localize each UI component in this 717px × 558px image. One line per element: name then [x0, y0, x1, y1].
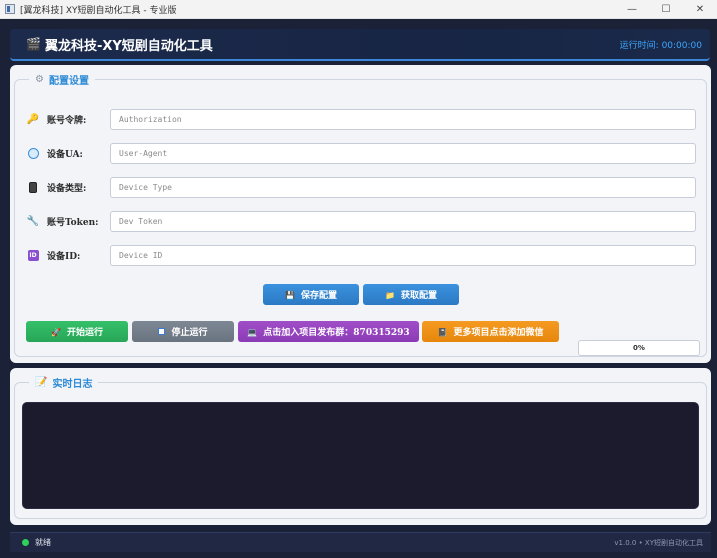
fetch-config-label: 获取配置	[400, 291, 437, 301]
window-controls: — ☐ ✕	[615, 0, 717, 19]
rocket-icon: 🚀	[51, 326, 61, 337]
globe-icon-wrap	[27, 147, 39, 159]
config-legend-text: 配置设置	[48, 76, 89, 87]
clapperboard-icon: 🎬	[26, 37, 41, 51]
wrench-icon: 🔧	[26, 215, 40, 227]
authorization-input[interactable]	[110, 108, 696, 130]
phone-icon	[29, 181, 37, 193]
progress-text: 0%	[633, 344, 645, 352]
notepad-icon: 📝	[35, 377, 48, 388]
log-legend-text: 实时日志	[52, 379, 93, 390]
join-group-label: 点击加入项目发布群：870315293	[263, 328, 410, 338]
dev-token-row: 🔧 账号Token:	[27, 210, 697, 232]
id-icon-wrap: ID	[27, 249, 39, 261]
stop-button[interactable]: 停止运行	[132, 321, 234, 342]
laptop-icon: 💻	[247, 326, 258, 337]
save-config-label: 保存配置	[300, 291, 337, 301]
user-agent-label: 设备UA:	[47, 149, 83, 160]
dev-token-label: 账号Token:	[47, 217, 99, 228]
device-type-input[interactable]	[110, 176, 696, 198]
key-icon: 🔑	[26, 113, 40, 125]
device-id-row: ID 设备ID:	[27, 244, 697, 266]
user-agent-row: 设备UA:	[27, 142, 697, 164]
globe-icon	[27, 147, 39, 159]
start-button[interactable]: 🚀 开始运行	[26, 321, 128, 342]
join-group-button[interactable]: 💻 点击加入项目发布群：870315293	[238, 321, 419, 342]
more-projects-label: 更多项目点击添加微信	[453, 328, 544, 338]
phone-icon-wrap	[27, 181, 39, 193]
id-icon: ID	[27, 249, 39, 261]
app-icon	[5, 4, 15, 14]
version-text: v1.0.0 • XY短剧自动化工具	[614, 538, 703, 547]
config-panel: ⚙ 配置设置 🔑 账号令牌: 设备UA: 设备类型: 🔧 账号Token: ID…	[10, 65, 711, 363]
user-agent-input[interactable]	[110, 142, 696, 164]
status-bar: 就绪 v1.0.0 • XY短剧自动化工具	[10, 532, 711, 552]
dev-token-input[interactable]	[110, 210, 696, 232]
window-title: [翼龙科技] XY短剧自动化工具 - 专业版	[20, 5, 177, 16]
app-title: 翼龙科技-XY短剧自动化工具	[44, 38, 213, 54]
close-button[interactable]: ✕	[683, 0, 717, 19]
device-type-label: 设备类型:	[47, 183, 87, 194]
stop-label: 停止运行	[171, 328, 208, 338]
log-legend: 📝 实时日志	[29, 375, 99, 390]
fetch-config-button[interactable]: 📁 获取配置	[363, 284, 459, 305]
log-output[interactable]	[22, 402, 699, 509]
gear-icon: ⚙	[35, 74, 44, 85]
log-panel: 📝 实时日志	[10, 368, 711, 525]
authorization-row: 🔑 账号令牌:	[27, 108, 697, 130]
device-type-row: 设备类型:	[27, 176, 697, 198]
window-titlebar: [翼龙科技] XY短剧自动化工具 - 专业版 — ☐ ✕	[0, 0, 717, 19]
stop-icon	[158, 328, 166, 335]
start-label: 开始运行	[66, 328, 103, 338]
authorization-label: 账号令牌:	[47, 115, 87, 126]
progress-bar: 0%	[578, 340, 700, 356]
more-projects-button[interactable]: 📓 更多项目点击添加微信	[422, 321, 559, 342]
device-id-label: 设备ID:	[47, 251, 81, 262]
config-group: ⚙ 配置设置 🔑 账号令牌: 设备UA: 设备类型: 🔧 账号Token: ID…	[14, 72, 707, 357]
maximize-button[interactable]: ☐	[649, 0, 683, 19]
minimize-button[interactable]: —	[615, 0, 649, 19]
runtime-display: 运行时间: 00:00:00	[619, 40, 702, 51]
floppy-icon: 💾	[285, 289, 295, 300]
status-text: 就绪	[35, 538, 51, 547]
config-legend: ⚙ 配置设置	[29, 72, 95, 87]
device-id-input[interactable]	[110, 244, 696, 266]
folder-icon: 📁	[385, 289, 395, 300]
app-header: 🎬 翼龙科技-XY短剧自动化工具 运行时间: 00:00:00	[10, 29, 710, 61]
book-icon: 📓	[437, 326, 448, 337]
status-indicator	[22, 539, 29, 546]
save-config-button[interactable]: 💾 保存配置	[263, 284, 359, 305]
